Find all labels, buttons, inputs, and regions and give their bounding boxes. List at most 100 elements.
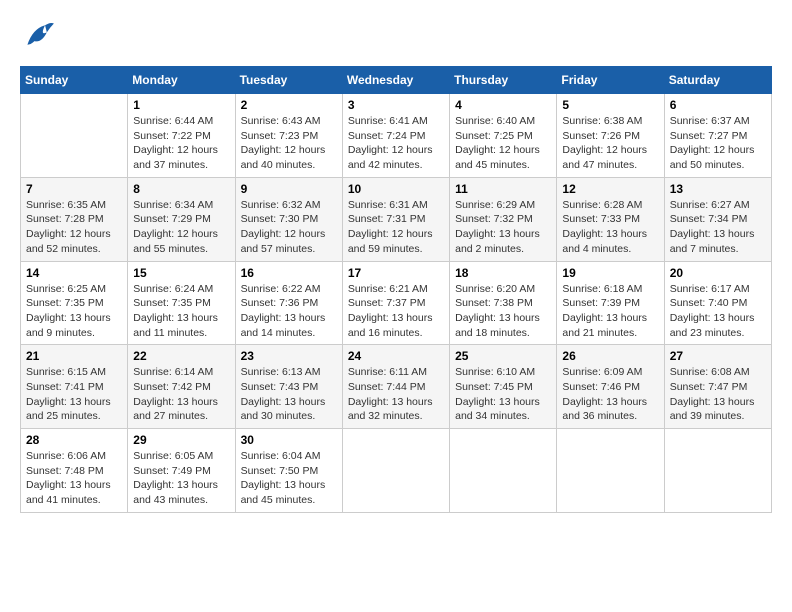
day-info: Sunrise: 6:05 AM Sunset: 7:49 PM Dayligh… [133, 449, 229, 508]
day-number: 7 [26, 182, 122, 196]
calendar-cell: 27 Sunrise: 6:08 AM Sunset: 7:47 PM Dayli… [664, 345, 771, 429]
day-number: 28 [26, 433, 122, 447]
calendar-cell: 21 Sunrise: 6:15 AM Sunset: 7:41 PM Dayli… [21, 345, 128, 429]
day-number: 12 [562, 182, 658, 196]
week-row-1: 1 Sunrise: 6:44 AM Sunset: 7:22 PM Daylig… [21, 94, 772, 178]
day-info: Sunrise: 6:35 AM Sunset: 7:28 PM Dayligh… [26, 198, 122, 257]
day-info: Sunrise: 6:09 AM Sunset: 7:46 PM Dayligh… [562, 365, 658, 424]
day-info: Sunrise: 6:24 AM Sunset: 7:35 PM Dayligh… [133, 282, 229, 341]
day-number: 9 [241, 182, 337, 196]
day-info: Sunrise: 6:32 AM Sunset: 7:30 PM Dayligh… [241, 198, 337, 257]
calendar-cell: 6 Sunrise: 6:37 AM Sunset: 7:27 PM Daylig… [664, 94, 771, 178]
calendar-cell: 1 Sunrise: 6:44 AM Sunset: 7:22 PM Daylig… [128, 94, 235, 178]
day-number: 19 [562, 266, 658, 280]
calendar-cell: 7 Sunrise: 6:35 AM Sunset: 7:28 PM Daylig… [21, 177, 128, 261]
day-number: 8 [133, 182, 229, 196]
day-number: 22 [133, 349, 229, 363]
day-number: 10 [348, 182, 444, 196]
day-number: 11 [455, 182, 551, 196]
day-info: Sunrise: 6:18 AM Sunset: 7:39 PM Dayligh… [562, 282, 658, 341]
day-number: 16 [241, 266, 337, 280]
week-row-5: 28 Sunrise: 6:06 AM Sunset: 7:48 PM Dayli… [21, 429, 772, 513]
week-row-3: 14Sunrise: 6:25 AM Sunset: 7:35 PM Dayli… [21, 261, 772, 345]
calendar-cell: 10 Sunrise: 6:31 AM Sunset: 7:31 PM Dayli… [342, 177, 449, 261]
calendar-cell [450, 429, 557, 513]
day-info: Sunrise: 6:44 AM Sunset: 7:22 PM Dayligh… [133, 114, 229, 173]
day-info: Sunrise: 6:20 AM Sunset: 7:38 PM Dayligh… [455, 282, 551, 341]
day-number: 20 [670, 266, 766, 280]
calendar-cell: 23Sunrise: 6:13 AM Sunset: 7:43 PM Dayli… [235, 345, 342, 429]
day-info: Sunrise: 6:37 AM Sunset: 7:27 PM Dayligh… [670, 114, 766, 173]
week-row-2: 7 Sunrise: 6:35 AM Sunset: 7:28 PM Daylig… [21, 177, 772, 261]
day-number: 13 [670, 182, 766, 196]
day-number: 21 [26, 349, 122, 363]
day-info: Sunrise: 6:22 AM Sunset: 7:36 PM Dayligh… [241, 282, 337, 341]
day-number: 3 [348, 98, 444, 112]
day-number: 25 [455, 349, 551, 363]
calendar-cell [342, 429, 449, 513]
calendar-cell [557, 429, 664, 513]
day-number: 26 [562, 349, 658, 363]
day-number: 5 [562, 98, 658, 112]
day-info: Sunrise: 6:43 AM Sunset: 7:23 PM Dayligh… [241, 114, 337, 173]
day-info: Sunrise: 6:17 AM Sunset: 7:40 PM Dayligh… [670, 282, 766, 341]
day-info: Sunrise: 6:29 AM Sunset: 7:32 PM Dayligh… [455, 198, 551, 257]
day-number: 15 [133, 266, 229, 280]
day-number: 18 [455, 266, 551, 280]
day-info: Sunrise: 6:13 AM Sunset: 7:43 PM Dayligh… [241, 365, 337, 424]
calendar-cell: 18 Sunrise: 6:20 AM Sunset: 7:38 PM Dayli… [450, 261, 557, 345]
day-info: Sunrise: 6:21 AM Sunset: 7:37 PM Dayligh… [348, 282, 444, 341]
day-info: Sunrise: 6:11 AM Sunset: 7:44 PM Dayligh… [348, 365, 444, 424]
day-info: Sunrise: 6:28 AM Sunset: 7:33 PM Dayligh… [562, 198, 658, 257]
day-info: Sunrise: 6:31 AM Sunset: 7:31 PM Dayligh… [348, 198, 444, 257]
day-info: Sunrise: 6:10 AM Sunset: 7:45 PM Dayligh… [455, 365, 551, 424]
calendar-cell: 3 Sunrise: 6:41 AM Sunset: 7:24 PM Daylig… [342, 94, 449, 178]
day-info: Sunrise: 6:34 AM Sunset: 7:29 PM Dayligh… [133, 198, 229, 257]
day-header-monday: Monday [128, 67, 235, 94]
calendar-cell: 29Sunrise: 6:05 AM Sunset: 7:49 PM Dayli… [128, 429, 235, 513]
day-number: 30 [241, 433, 337, 447]
calendar-cell: 13 Sunrise: 6:27 AM Sunset: 7:34 PM Dayli… [664, 177, 771, 261]
calendar-cell: 12 Sunrise: 6:28 AM Sunset: 7:33 PM Dayli… [557, 177, 664, 261]
calendar-cell: 14Sunrise: 6:25 AM Sunset: 7:35 PM Dayli… [21, 261, 128, 345]
day-number: 4 [455, 98, 551, 112]
calendar-table: SundayMondayTuesdayWednesdayThursdayFrid… [20, 66, 772, 513]
calendar-cell: 28 Sunrise: 6:06 AM Sunset: 7:48 PM Dayli… [21, 429, 128, 513]
calendar-cell: 25 Sunrise: 6:10 AM Sunset: 7:45 PM Dayli… [450, 345, 557, 429]
calendar-cell: 22 Sunrise: 6:14 AM Sunset: 7:42 PM Dayli… [128, 345, 235, 429]
calendar-cell: 17 Sunrise: 6:21 AM Sunset: 7:37 PM Dayli… [342, 261, 449, 345]
calendar-cell: 19 Sunrise: 6:18 AM Sunset: 7:39 PM Dayli… [557, 261, 664, 345]
day-number: 17 [348, 266, 444, 280]
day-number: 27 [670, 349, 766, 363]
day-info: Sunrise: 6:41 AM Sunset: 7:24 PM Dayligh… [348, 114, 444, 173]
calendar-cell: 4Sunrise: 6:40 AM Sunset: 7:25 PM Daylig… [450, 94, 557, 178]
day-number: 24 [348, 349, 444, 363]
day-info: Sunrise: 6:27 AM Sunset: 7:34 PM Dayligh… [670, 198, 766, 257]
calendar-cell: 20 Sunrise: 6:17 AM Sunset: 7:40 PM Dayli… [664, 261, 771, 345]
day-number: 6 [670, 98, 766, 112]
day-info: Sunrise: 6:08 AM Sunset: 7:47 PM Dayligh… [670, 365, 766, 424]
calendar-cell [21, 94, 128, 178]
calendar-cell: 26 Sunrise: 6:09 AM Sunset: 7:46 PM Dayli… [557, 345, 664, 429]
day-number: 2 [241, 98, 337, 112]
day-header-sunday: Sunday [21, 67, 128, 94]
day-header-wednesday: Wednesday [342, 67, 449, 94]
logo-icon [20, 20, 56, 50]
day-info: Sunrise: 6:14 AM Sunset: 7:42 PM Dayligh… [133, 365, 229, 424]
day-info: Sunrise: 6:38 AM Sunset: 7:26 PM Dayligh… [562, 114, 658, 173]
calendar-cell: 16 Sunrise: 6:22 AM Sunset: 7:36 PM Dayli… [235, 261, 342, 345]
day-number: 1 [133, 98, 229, 112]
page-header [20, 20, 772, 50]
day-header-tuesday: Tuesday [235, 67, 342, 94]
day-header-friday: Friday [557, 67, 664, 94]
day-info: Sunrise: 6:25 AM Sunset: 7:35 PM Dayligh… [26, 282, 122, 341]
day-info: Sunrise: 6:04 AM Sunset: 7:50 PM Dayligh… [241, 449, 337, 508]
day-info: Sunrise: 6:15 AM Sunset: 7:41 PM Dayligh… [26, 365, 122, 424]
calendar-cell: 15 Sunrise: 6:24 AM Sunset: 7:35 PM Dayli… [128, 261, 235, 345]
day-header-thursday: Thursday [450, 67, 557, 94]
calendar-cell [664, 429, 771, 513]
day-info: Sunrise: 6:06 AM Sunset: 7:48 PM Dayligh… [26, 449, 122, 508]
calendar-cell: 30 Sunrise: 6:04 AM Sunset: 7:50 PM Dayli… [235, 429, 342, 513]
logo [20, 20, 60, 50]
calendar-cell: 2 Sunrise: 6:43 AM Sunset: 7:23 PM Daylig… [235, 94, 342, 178]
